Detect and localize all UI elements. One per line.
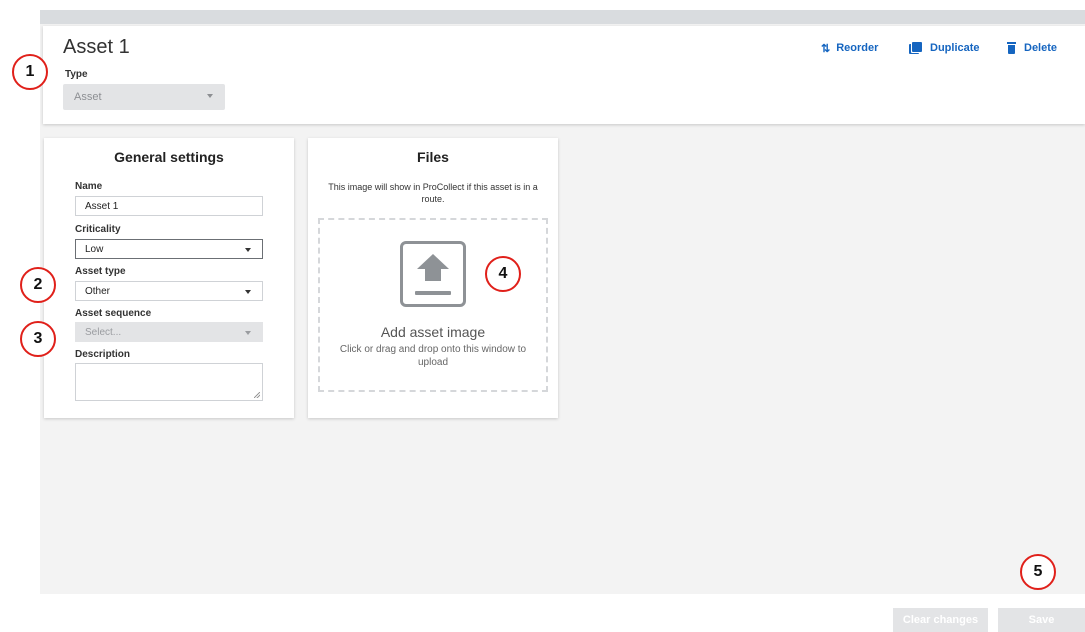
criticality-label: Criticality	[75, 224, 121, 235]
save-button[interactable]: Save	[998, 608, 1085, 632]
duplicate-icon	[909, 42, 922, 54]
type-select[interactable]: Asset	[63, 84, 225, 110]
top-strip	[40, 10, 1085, 24]
name-input[interactable]	[75, 196, 263, 216]
callout-4: 4	[485, 256, 521, 292]
reorder-icon: ⇅	[821, 42, 830, 55]
type-label: Type	[65, 69, 88, 80]
files-description: This image will show in ProCollect if th…	[328, 182, 538, 204]
description-textarea[interactable]	[75, 363, 263, 401]
asset-sequence-label: Asset sequence	[75, 308, 152, 319]
upload-title: Add asset image	[380, 324, 486, 340]
criticality-value: Low	[85, 244, 104, 255]
type-select-value: Asset	[74, 91, 102, 103]
files-title: Files	[417, 149, 449, 165]
asset-sequence-select[interactable]: Select...	[75, 322, 263, 342]
callout-2: 2	[20, 267, 56, 303]
callout-3: 3	[20, 321, 56, 357]
reorder-button[interactable]: ⇅ Reorder	[821, 41, 878, 55]
upload-icon	[400, 241, 466, 307]
general-settings-title: General settings	[114, 149, 224, 165]
chevron-down-icon	[207, 94, 213, 98]
clear-changes-button[interactable]: Clear changes	[893, 608, 988, 632]
delete-button[interactable]: Delete	[1007, 41, 1057, 55]
general-settings-card: General settings Name Criticality Low As…	[44, 138, 294, 418]
name-label: Name	[75, 181, 103, 192]
duplicate-button[interactable]: Duplicate	[909, 41, 980, 55]
upload-subtitle: Click or drag and drop onto this window …	[339, 344, 527, 368]
reorder-label: Reorder	[836, 42, 879, 54]
asset-type-select[interactable]: Other	[75, 281, 263, 301]
callout-5: 5	[1020, 554, 1056, 590]
app-canvas: Asset 1 Type Asset ⇅ Reorder Duplicate D…	[0, 0, 1085, 632]
asset-type-label: Asset type	[75, 266, 126, 277]
asset-title: Asset 1	[63, 36, 130, 58]
asset-sequence-placeholder: Select...	[85, 327, 122, 338]
duplicate-label: Duplicate	[930, 42, 980, 54]
image-dropzone[interactable]: Add asset image Click or drag and drop o…	[318, 218, 548, 392]
callout-1: 1	[12, 54, 48, 90]
asset-header-card: Asset 1 Type Asset ⇅ Reorder Duplicate D…	[43, 26, 1085, 124]
description-label: Description	[75, 349, 131, 360]
delete-label: Delete	[1024, 42, 1058, 54]
chevron-down-icon	[245, 331, 251, 335]
chevron-down-icon	[245, 248, 251, 252]
asset-type-value: Other	[85, 286, 111, 297]
chevron-down-icon	[245, 290, 251, 294]
delete-icon	[1007, 42, 1016, 54]
criticality-select[interactable]: Low	[75, 239, 263, 259]
